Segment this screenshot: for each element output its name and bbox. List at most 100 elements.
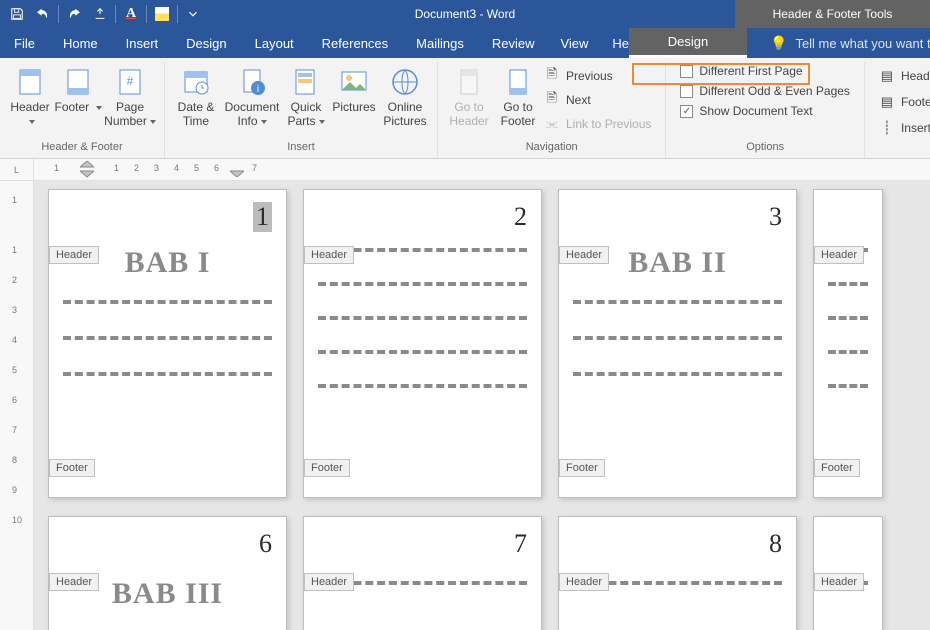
header-tag[interactable]: Header	[304, 246, 354, 264]
undo-icon[interactable]	[32, 3, 54, 25]
header-button[interactable]: Header	[6, 62, 54, 128]
tell-me-search[interactable]: 💡 Tell me what you want to	[770, 28, 930, 58]
page-number: 3	[769, 202, 782, 232]
header-tag[interactable]: Header	[49, 573, 99, 591]
show-document-text-checkbox[interactable]: ✓Show Document Text	[680, 104, 812, 118]
group-insert: Date & Time i Document Info Quick Parts …	[165, 62, 438, 158]
checkbox-icon	[680, 65, 693, 78]
header-tag[interactable]: Header	[559, 246, 609, 264]
footer-icon	[62, 66, 94, 98]
svg-text:#: #	[127, 74, 134, 88]
document-info-icon: i	[236, 66, 268, 98]
next-icon: 🖹	[544, 92, 560, 108]
quick-access-toolbar: A	[0, 3, 210, 25]
footer-tag[interactable]: Footer	[814, 459, 860, 477]
header-tag[interactable]: Header	[559, 573, 609, 591]
page-number: 7	[514, 529, 527, 559]
tab-mailings[interactable]: Mailings	[402, 28, 478, 58]
checkbox-icon	[680, 85, 693, 98]
online-pictures-button[interactable]: Online Pictures	[379, 62, 431, 128]
highlight-icon[interactable]	[151, 3, 173, 25]
header-tag[interactable]: Header	[814, 246, 864, 264]
pages-row-2: 6 Header BAB III 7 Header 8 Header Heade…	[48, 516, 930, 630]
tell-me-text: Tell me what you want to	[795, 36, 930, 51]
vertical-ruler[interactable]: 1 1 2 3 4 5 6 7 8 9 10	[0, 181, 34, 630]
tab-file[interactable]: File	[0, 28, 49, 58]
qat-customize-icon[interactable]	[182, 3, 204, 25]
touch-mode-icon[interactable]	[89, 3, 111, 25]
tab-insert[interactable]: Insert	[112, 28, 173, 58]
go-to-footer-button[interactable]: Go to Footer	[494, 62, 542, 134]
document-canvas[interactable]: 1 Header BAB I Footer 2 Header Footer 3 …	[34, 181, 930, 630]
page-thumbnail[interactable]: 3 Header BAB II Footer	[558, 189, 797, 498]
separator	[58, 5, 59, 23]
quick-parts-button[interactable]: Quick Parts	[283, 62, 329, 128]
ruler-row: L 1 1 2 3 4 5 6 7	[0, 159, 930, 181]
pictures-button[interactable]: Pictures	[329, 62, 379, 128]
header-top-icon: ▤	[879, 68, 895, 84]
previous-icon: 🖹	[544, 68, 560, 84]
different-odd-even-checkbox[interactable]: Different Odd & Even Pages	[680, 84, 850, 98]
nav-small-stack: 🖹Previous 🖹Next ⫘Link to Previous	[542, 62, 659, 134]
svg-text:i: i	[257, 84, 259, 95]
date-time-button[interactable]: Date & Time	[171, 62, 221, 128]
redo-icon[interactable]	[63, 3, 85, 25]
header-icon	[14, 66, 46, 98]
page-thumbnail[interactable]: 1 Header BAB I Footer	[48, 189, 287, 498]
group-label: Navigation	[526, 140, 578, 156]
pages-row-1: 1 Header BAB I Footer 2 Header Footer 3 …	[48, 189, 930, 498]
header-tag[interactable]: Header	[49, 246, 99, 264]
document-info-button[interactable]: i Document Info	[221, 62, 283, 128]
next-button[interactable]: 🖹Next	[544, 90, 657, 110]
header-from-top-button[interactable]: ▤Header from To	[879, 66, 930, 86]
previous-button[interactable]: 🖹Previous	[544, 66, 657, 86]
group-header-footer: Header Footer # Page Number Header & Foo…	[0, 62, 165, 158]
tab-view[interactable]: View	[548, 28, 600, 58]
tab-home[interactable]: Home	[49, 28, 112, 58]
page-thumbnail[interactable]: 8 Header	[558, 516, 797, 630]
tab-selector[interactable]: L	[0, 159, 34, 180]
quick-parts-icon	[290, 66, 322, 98]
pictures-icon	[338, 66, 370, 98]
footer-tag[interactable]: Footer	[49, 459, 95, 477]
group-label: Options	[746, 140, 784, 156]
save-icon[interactable]	[6, 3, 28, 25]
insert-alignment-button[interactable]: ┊Insert Alignmen	[879, 118, 930, 138]
context-tab-header-footer: Header & Footer Tools	[735, 0, 930, 28]
workspace: 1 1 2 3 4 5 6 7 8 9 10 1 Header BAB I Fo…	[0, 181, 930, 630]
header-tag[interactable]: Header	[304, 573, 354, 591]
horizontal-ruler[interactable]: 1 1 2 3 4 5 6 7	[34, 159, 930, 180]
page-thumbnail[interactable]: Header Footer	[813, 189, 883, 498]
font-color-icon[interactable]: A	[120, 3, 142, 25]
tab-layout[interactable]: Layout	[241, 28, 308, 58]
lightbulb-icon: 💡	[770, 35, 787, 52]
alignment-icon: ┊	[879, 120, 895, 136]
footer-bottom-icon: ▤	[879, 94, 895, 110]
page-number-button[interactable]: # Page Number	[102, 62, 158, 128]
page-thumbnail[interactable]: 2 Header Footer	[303, 189, 542, 498]
separator	[146, 5, 147, 23]
tab-references[interactable]: References	[308, 28, 402, 58]
different-first-page-checkbox[interactable]: Different First Page	[680, 64, 802, 78]
tab-design-context[interactable]: Design	[629, 28, 747, 58]
tab-review[interactable]: Review	[478, 28, 549, 58]
go-to-footer-icon	[502, 66, 534, 98]
right-indent-icon[interactable]	[230, 167, 244, 177]
footer-button[interactable]: Footer	[54, 62, 102, 128]
page-thumbnail[interactable]: 6 Header BAB III	[48, 516, 287, 630]
group-navigation: Go to Header Go to Footer 🖹Previous 🖹Nex…	[438, 62, 666, 158]
indent-marker-icon[interactable]	[80, 161, 94, 179]
calendar-icon	[180, 66, 212, 98]
page-number-icon: #	[114, 66, 146, 98]
tab-design[interactable]: Design	[172, 28, 240, 58]
footer-from-bottom-button[interactable]: ▤Footer from Bot	[879, 92, 930, 112]
page-number: 8	[769, 529, 782, 559]
title-bar: A Document3 - Word Header & Footer Tools	[0, 0, 930, 28]
page-thumbnail[interactable]: Header	[813, 516, 883, 630]
group-options: Different First Page Different Odd & Eve…	[666, 62, 865, 158]
group-label: Insert	[287, 140, 315, 156]
header-tag[interactable]: Header	[814, 573, 864, 591]
footer-tag[interactable]: Footer	[559, 459, 605, 477]
footer-tag[interactable]: Footer	[304, 459, 350, 477]
page-thumbnail[interactable]: 7 Header	[303, 516, 542, 630]
